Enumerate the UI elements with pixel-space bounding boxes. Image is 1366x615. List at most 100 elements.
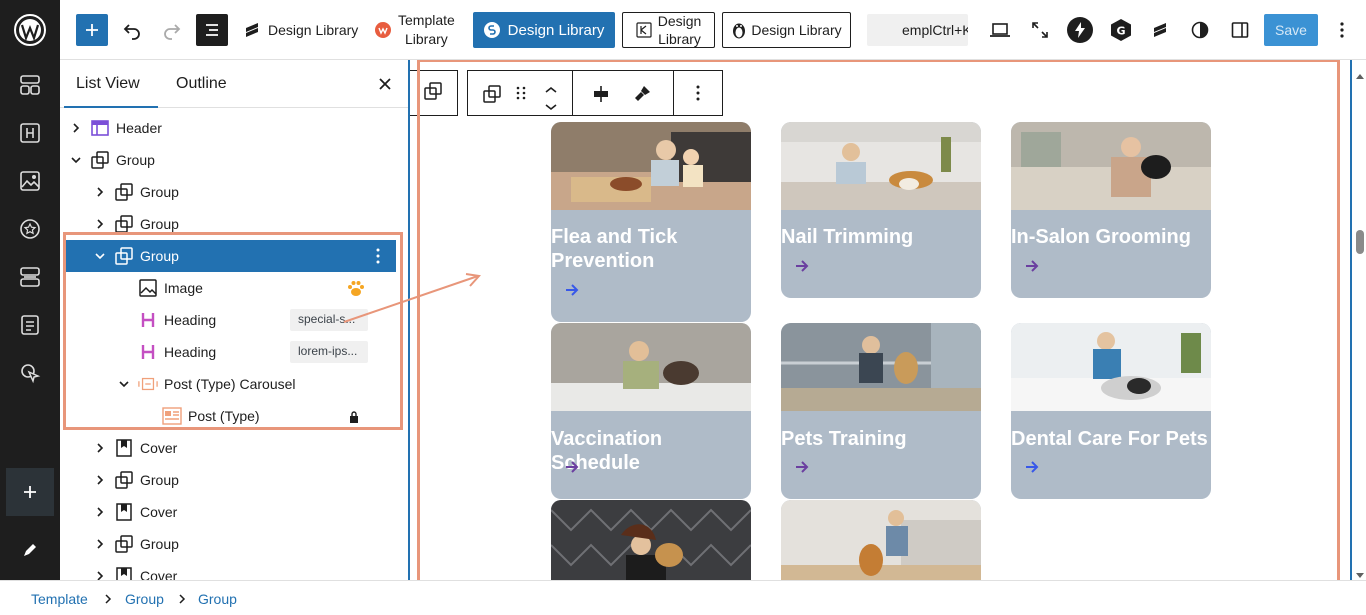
device-preview-laptop-icon[interactable] (988, 18, 1012, 42)
design-library-button[interactable]: Design Library (244, 18, 358, 42)
group-block-icon (114, 534, 134, 554)
list-item[interactable]: Header (66, 112, 396, 144)
group-block-icon (114, 182, 134, 202)
list-item-label: Post (Type) Carousel (164, 376, 296, 392)
contrast-icon[interactable] (1188, 18, 1212, 42)
design-library-penguin-label: Design Library (751, 22, 842, 38)
card-photo (1011, 122, 1211, 210)
wordpress-logo-icon[interactable] (0, 0, 60, 60)
template-library-button[interactable]: Template Library (374, 10, 455, 50)
chevron-down-icon[interactable] (94, 250, 106, 262)
scroll-thumb[interactable] (1356, 230, 1364, 254)
list-item[interactable]: Heading lorem-ips... (66, 336, 396, 368)
paint-brush-icon[interactable] (632, 84, 652, 109)
penguin-logo-icon (731, 21, 747, 39)
tab-list-view[interactable]: List View (76, 60, 140, 108)
list-item[interactable]: Cover (66, 432, 396, 464)
scroll-up-icon[interactable] (1356, 66, 1364, 84)
group-block-icon[interactable] (483, 85, 501, 108)
chevron-down-icon[interactable] (70, 154, 82, 166)
breadcrumb-item[interactable]: Template (31, 591, 88, 607)
list-item-label: Post (Type) (188, 408, 260, 424)
chevron-right-icon[interactable] (94, 506, 106, 518)
list-item[interactable]: Post (Type) Carousel (66, 368, 396, 400)
page-list-icon[interactable] (18, 313, 42, 337)
redo-icon[interactable] (160, 18, 184, 42)
options-vertical-icon[interactable] (376, 248, 382, 264)
list-item-label: Cover (140, 568, 178, 580)
list-item[interactable]: Group (66, 464, 396, 496)
select-parent-button[interactable] (410, 70, 458, 116)
arrow-right-icon[interactable] (795, 460, 809, 474)
service-card[interactable] (551, 500, 751, 580)
cursor-click-icon[interactable] (18, 361, 42, 385)
move-up-icon[interactable] (545, 81, 557, 99)
block-inserter-button[interactable] (76, 14, 108, 46)
list-item[interactable]: Group (66, 528, 396, 560)
template-library-label-line2: Library (405, 31, 448, 47)
heading-h-icon[interactable] (18, 121, 42, 145)
breadcrumb-item[interactable]: Group (125, 591, 164, 607)
arrow-right-icon[interactable] (1025, 460, 1039, 474)
chevron-down-icon[interactable] (118, 378, 130, 390)
chevron-right-icon[interactable] (70, 122, 82, 134)
add-block-button[interactable] (6, 468, 54, 516)
list-item[interactable]: Group (66, 208, 396, 240)
generateblocks-g-icon[interactable]: G (1108, 17, 1134, 43)
list-item[interactable]: Image (66, 272, 396, 304)
service-card[interactable]: Nail Trimming (781, 122, 981, 298)
undo-icon[interactable] (120, 18, 144, 42)
service-card[interactable]: Dental Care For Pets (1011, 323, 1211, 499)
service-card[interactable]: Vaccination Schedule (551, 323, 751, 499)
canvas-scrollbar[interactable] (1350, 60, 1366, 580)
more-options-icon[interactable] (696, 85, 700, 106)
more-options-icon[interactable] (1332, 18, 1352, 42)
breadcrumb-item[interactable]: Group (198, 591, 237, 607)
chevron-right-icon[interactable] (94, 570, 106, 580)
save-button[interactable]: Save (1264, 14, 1318, 46)
drag-handle-icon[interactable] (516, 85, 526, 106)
arrow-right-icon[interactable] (795, 259, 809, 273)
fullscreen-icon[interactable] (1028, 18, 1052, 42)
list-item[interactable]: Group (66, 144, 396, 176)
list-item[interactable]: Group (66, 176, 396, 208)
arrow-right-icon[interactable] (565, 460, 579, 474)
list-item[interactable]: Heading special-s... (66, 304, 396, 336)
settings-sidebar-icon[interactable] (1228, 18, 1252, 42)
heading-block-icon (138, 342, 158, 362)
image-block-icon (138, 278, 158, 298)
design-library-label: Design Library (268, 22, 359, 38)
move-down-icon[interactable] (545, 98, 557, 116)
stackable-icon[interactable] (1148, 18, 1172, 42)
media-icon[interactable] (18, 169, 42, 193)
chevron-right-icon[interactable] (94, 474, 106, 486)
tab-outline[interactable]: Outline (176, 60, 227, 108)
layout-rows-icon[interactable] (18, 265, 42, 289)
list-item-selected[interactable]: Group (66, 240, 396, 272)
service-card[interactable]: In-Salon Grooming (1011, 122, 1211, 298)
service-card[interactable]: Pets Training (781, 323, 981, 499)
list-item-label: Cover (140, 440, 178, 456)
list-item[interactable]: Cover (66, 496, 396, 528)
justify-center-icon[interactable] (592, 85, 610, 108)
spectra-bolt-icon[interactable] (1067, 17, 1093, 43)
arrow-right-icon[interactable] (565, 283, 579, 297)
chevron-right-icon[interactable] (94, 186, 106, 198)
edit-pencil-icon[interactable] (18, 538, 42, 562)
list-item[interactable]: Post (Type) (66, 400, 396, 432)
chevron-right-icon[interactable] (94, 442, 106, 454)
chevron-right-icon[interactable] (94, 218, 106, 230)
design-library-box-button[interactable]: Design Library (622, 12, 715, 48)
list-item[interactable]: Cover (66, 560, 396, 580)
arrow-right-icon[interactable] (1025, 259, 1039, 273)
command-search-input[interactable]: empl Ctrl+K (867, 14, 968, 46)
chevron-right-icon[interactable] (94, 538, 106, 550)
design-library-active-button[interactable]: Design Library (473, 12, 615, 48)
service-card[interactable]: Flea and Tick Prevention (551, 122, 751, 322)
patterns-icon[interactable] (18, 73, 42, 97)
document-overview-button[interactable] (196, 14, 228, 46)
close-icon[interactable] (378, 77, 392, 91)
badge-star-icon[interactable] (18, 217, 42, 241)
design-library-penguin-button[interactable]: Design Library (722, 12, 851, 48)
service-card[interactable] (781, 500, 981, 580)
